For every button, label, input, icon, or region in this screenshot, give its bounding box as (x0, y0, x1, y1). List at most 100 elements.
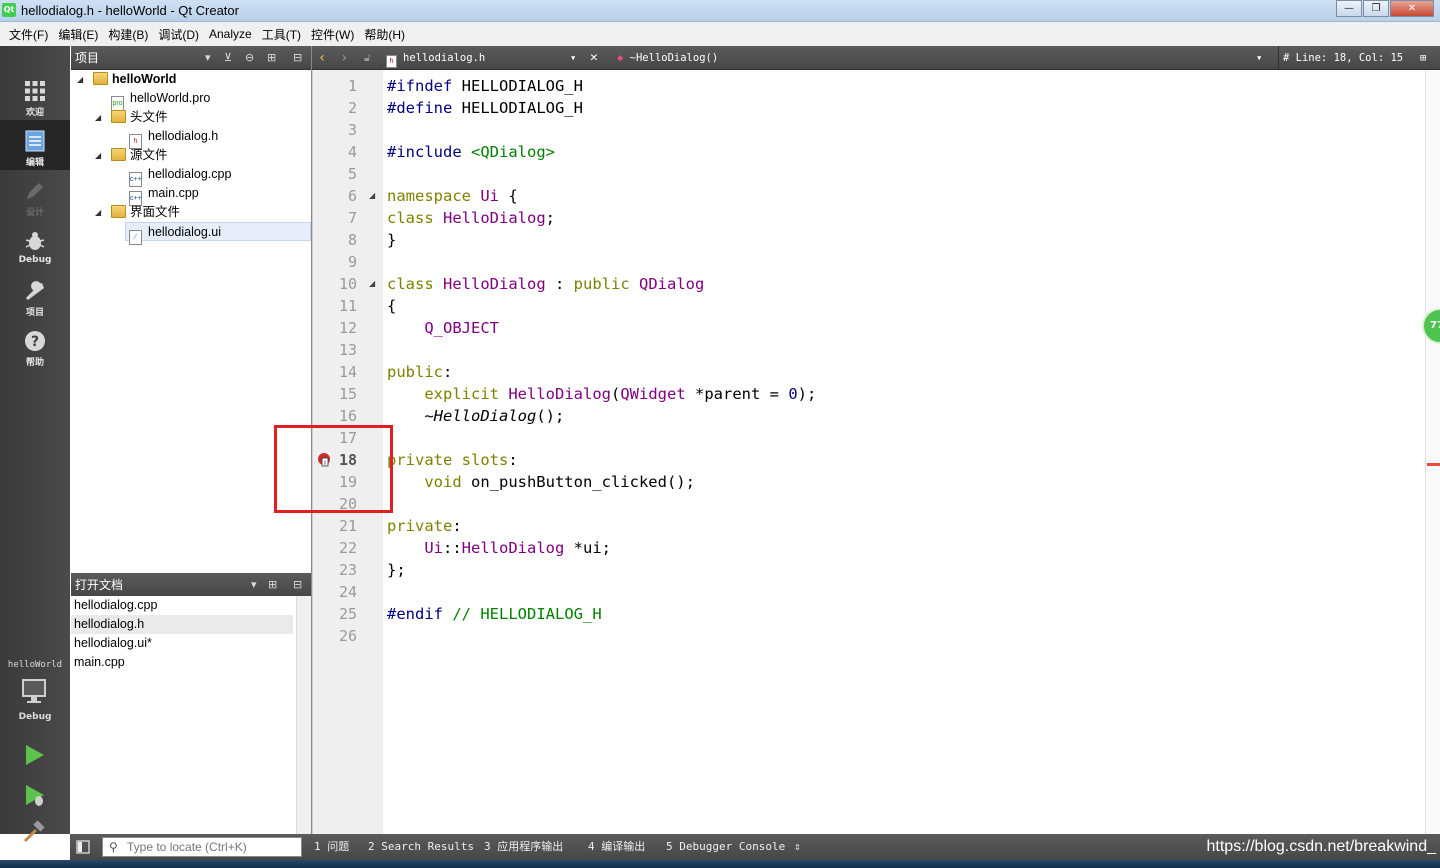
sidebar-toggle-icon[interactable] (76, 840, 90, 854)
code-line[interactable]: }; (387, 559, 406, 581)
mode-edit[interactable]: 编辑 (0, 120, 70, 170)
line-number: 8 (347, 231, 357, 249)
close-pane-icon[interactable]: ⊟ (293, 46, 302, 70)
tab-search-results[interactable]: 2 Search Results (368, 834, 474, 860)
chevron-down-icon[interactable]: ▾ (1256, 46, 1262, 70)
fold-marker-icon[interactable]: ◢ (369, 273, 375, 295)
code-line[interactable]: void on_pushButton_clicked(); (387, 471, 695, 493)
run-icon[interactable] (24, 744, 46, 766)
qt-creator-window: Qt hellodialog.h - helloWorld - Qt Creat… (0, 0, 1440, 868)
symbol-icon: ◆ (617, 52, 624, 64)
split-icon[interactable]: ⊞ (1420, 46, 1426, 70)
code-line[interactable]: private: (387, 515, 462, 537)
tab-debugger-console[interactable]: 5 Debugger Console (666, 834, 785, 860)
collapse-arrow-icon[interactable]: ◢ (77, 70, 83, 89)
line-number: 25 (338, 605, 357, 623)
collapse-arrow-icon[interactable]: ◢ (95, 108, 101, 127)
code-editor[interactable]: #ifndef HELLODIALOG_H #define HELLODIALOG… (383, 70, 1425, 834)
code-line[interactable]: { (387, 295, 396, 317)
open-docs-scrollbar[interactable] (296, 596, 311, 834)
folder-icon (111, 110, 126, 123)
window-title: hellodialog.h - helloWorld - Qt Creator (21, 3, 239, 18)
line-number: 13 (338, 341, 357, 359)
editor-scrollbar[interactable] (1425, 70, 1440, 834)
line-number: 2 (347, 99, 357, 117)
code-line[interactable]: class HelloDialog : public QDialog (387, 273, 704, 295)
file-combo[interactable]: h hellodialog.h (386, 46, 485, 70)
chevron-down-icon[interactable]: ▾ (251, 573, 257, 597)
tab-compile-output[interactable]: 4 编译输出 (588, 834, 645, 860)
menu-edit[interactable]: 编辑(E) (53, 26, 103, 43)
menu-debug[interactable]: 调试(D) (153, 26, 204, 43)
open-doc-item[interactable]: hellodialog.cpp (71, 596, 293, 615)
code-line[interactable]: } (387, 229, 396, 251)
collapse-arrow-icon[interactable]: ◢ (95, 146, 101, 165)
menu-file[interactable]: 文件(F) (4, 26, 53, 43)
code-line[interactable]: Q_OBJECT (387, 317, 499, 339)
tree-item-cpp-file[interactable]: c++ main.cpp (129, 184, 199, 206)
link-icon[interactable]: ⊖ (245, 46, 254, 70)
line-number: 23 (338, 561, 357, 579)
tree-item-cpp-file[interactable]: c++ hellodialog.cpp (129, 165, 231, 187)
folder-icon (111, 205, 126, 218)
close-document-icon[interactable]: ✕ (590, 46, 598, 70)
tree-item-ui-file[interactable]: ⁄ hellodialog.ui (125, 222, 311, 245)
open-docs-header: 打开文档 ▾ ⊞ ⊟ (71, 573, 311, 597)
code-line[interactable]: namespace Ui { (387, 185, 518, 207)
symbol-combo[interactable]: ◆ ~HelloDialog() (617, 46, 718, 70)
code-line[interactable]: class HelloDialog; (387, 207, 555, 229)
mode-design[interactable]: 设计 (0, 170, 70, 220)
menu-build[interactable]: 构建(B) (103, 26, 153, 43)
watermark: https://blog.csdn.net/breakwind_ (1206, 838, 1436, 855)
monitor-icon[interactable] (21, 678, 51, 706)
close-button[interactable]: ✕ (1390, 0, 1434, 17)
code-line[interactable]: ~HelloDialog(); (387, 405, 564, 427)
collapse-arrow-icon[interactable]: ◢ (95, 203, 101, 222)
forward-arrow-icon[interactable]: › (340, 46, 348, 70)
code-line[interactable]: private slots: (387, 449, 518, 471)
menu-analyze[interactable]: Analyze (204, 27, 257, 41)
open-doc-item[interactable]: hellodialog.ui* (71, 634, 293, 653)
up-down-arrows-icon[interactable]: ⇕ (794, 834, 801, 860)
locator-input[interactable]: ⚲ Type to locate (Ctrl+K) (102, 837, 302, 857)
menu-tools[interactable]: 工具(T) (257, 26, 306, 43)
back-arrow-icon[interactable]: ‹ (318, 46, 326, 70)
breakpoint-highlight-annotation (274, 425, 393, 513)
mode-debug[interactable]: Debug (0, 220, 70, 270)
build-hammer-icon[interactable] (22, 820, 46, 844)
fold-marker-icon[interactable]: ◢ (369, 185, 375, 207)
lock-icon[interactable]: 🔓︎ (364, 46, 371, 70)
mode-sidebar: 欢迎 编辑 设计 Debug 项目 ? 帮助 helloWorld Debug (0, 46, 70, 843)
tree-item-header-file[interactable]: h hellodialog.h (129, 127, 218, 149)
minimize-button[interactable]: — (1336, 0, 1362, 17)
tab-application-output[interactable]: 3 应用程序输出 (484, 834, 563, 860)
menu-help[interactable]: 帮助(H) (359, 26, 410, 43)
tab-issues[interactable]: 1 问题 (314, 834, 349, 860)
cursor-position[interactable]: # Line: 18, Col: 15 (1278, 46, 1403, 70)
maximize-button[interactable]: ❐ (1363, 0, 1389, 17)
code-line[interactable]: public: (387, 361, 452, 383)
qt-app-icon: Qt (2, 3, 16, 17)
code-line[interactable]: Ui::HelloDialog *ui; (387, 537, 611, 559)
mode-welcome[interactable]: 欢迎 (0, 70, 70, 120)
debug-run-icon[interactable] (24, 784, 46, 808)
kit-project-label: helloWorld (7, 660, 63, 670)
code-line[interactable]: #ifndef HELLODIALOG_H (387, 75, 583, 97)
open-doc-item[interactable]: main.cpp (71, 653, 293, 672)
menu-widgets[interactable]: 控件(W) (306, 26, 359, 43)
close-pane-icon[interactable]: ⊟ (293, 573, 302, 597)
chevron-down-icon[interactable]: ▾ (205, 46, 211, 70)
code-line[interactable]: #include <QDialog> (387, 141, 555, 163)
filter-icon[interactable]: ⊻ (224, 46, 232, 70)
split-icon[interactable]: ⊞ (268, 573, 277, 597)
mode-help[interactable]: ? 帮助 (0, 320, 70, 370)
mode-projects[interactable]: 项目 (0, 270, 70, 320)
split-icon[interactable]: ⊞ (267, 46, 276, 70)
chevron-down-icon[interactable]: ▾ (570, 46, 576, 70)
code-line[interactable]: explicit HelloDialog(QWidget *parent = 0… (387, 383, 816, 405)
code-line[interactable]: #endif // HELLODIALOG_H (387, 603, 602, 625)
mode-label: 项目 (25, 308, 44, 318)
open-doc-item[interactable]: hellodialog.h (71, 615, 293, 634)
code-line[interactable]: #define HELLODIALOG_H (387, 97, 583, 119)
tree-item-pro[interactable]: pro helloWorld.pro (111, 89, 210, 111)
